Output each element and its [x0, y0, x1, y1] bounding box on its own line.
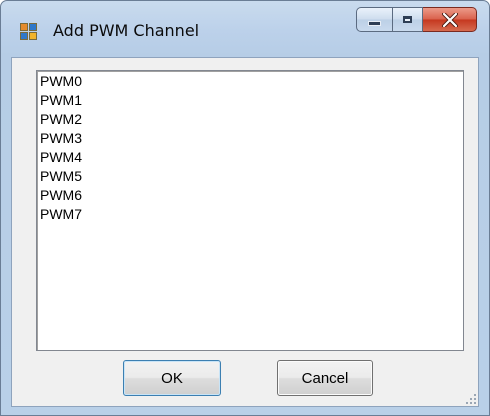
list-item[interactable]: PWM7	[40, 205, 460, 224]
list-item[interactable]: PWM4	[40, 148, 460, 167]
dialog-client-area: PWM0 PWM1 PWM2 PWM3 PWM4 PWM5 PWM6 PWM7 …	[11, 57, 479, 407]
maximize-button[interactable]	[393, 7, 423, 32]
minimize-icon	[368, 21, 381, 26]
list-item[interactable]: PWM5	[40, 167, 460, 186]
resize-grip-icon[interactable]	[462, 390, 476, 404]
list-item[interactable]: PWM0	[40, 72, 460, 91]
close-button[interactable]	[423, 7, 477, 32]
maximize-icon	[403, 16, 412, 23]
app-icon[interactable]	[20, 23, 38, 41]
pwm-channel-listbox[interactable]: PWM0 PWM1 PWM2 PWM3 PWM4 PWM5 PWM6 PWM7	[36, 70, 464, 351]
list-item[interactable]: PWM2	[40, 110, 460, 129]
ok-button[interactable]: OK	[123, 360, 221, 396]
list-item[interactable]: PWM6	[40, 186, 460, 205]
close-icon	[441, 12, 458, 27]
window-title: Add PWM Channel	[53, 21, 200, 40]
caption-buttons	[356, 7, 477, 32]
list-item[interactable]: PWM1	[40, 91, 460, 110]
cancel-button[interactable]: Cancel	[277, 360, 373, 396]
list-item[interactable]: PWM3	[40, 129, 460, 148]
title-bar[interactable]: Add PWM Channel	[1, 1, 489, 57]
dialog-window: Add PWM Channel PWM0 PWM1 PWM2 PWM3 PWM4	[0, 0, 490, 416]
minimize-button[interactable]	[356, 7, 393, 32]
